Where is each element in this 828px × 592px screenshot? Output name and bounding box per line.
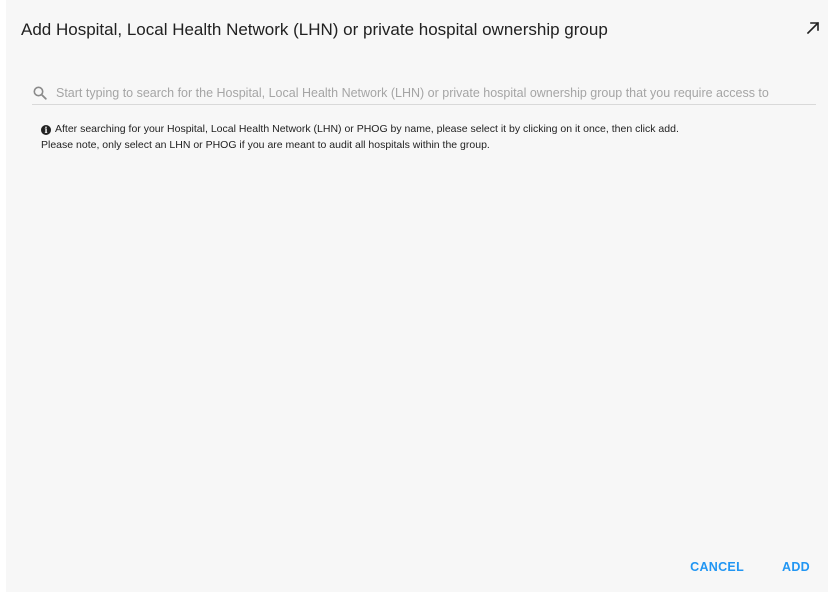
cancel-button[interactable]: CANCEL [690, 560, 744, 574]
search-input[interactable] [56, 83, 816, 103]
arrow-up-right-icon [806, 21, 820, 40]
search-field[interactable] [32, 82, 816, 105]
search-icon [32, 85, 48, 101]
info-line-2: Please note, only select an LHN or PHOG … [41, 139, 490, 151]
dialog-actions: CANCEL ADD [690, 560, 810, 574]
info-message: i After searching for your Hospital, Loca… [41, 121, 811, 153]
dialog-title: Add Hospital, Local Health Network (LHN)… [21, 20, 608, 39]
info-icon: i [41, 125, 51, 135]
info-line-1: i After searching for your Hospital, Loca… [41, 121, 811, 137]
add-hospital-dialog: Add Hospital, Local Health Network (LHN)… [6, 0, 828, 592]
expand-button[interactable] [802, 19, 824, 41]
add-button[interactable]: ADD [782, 560, 810, 574]
